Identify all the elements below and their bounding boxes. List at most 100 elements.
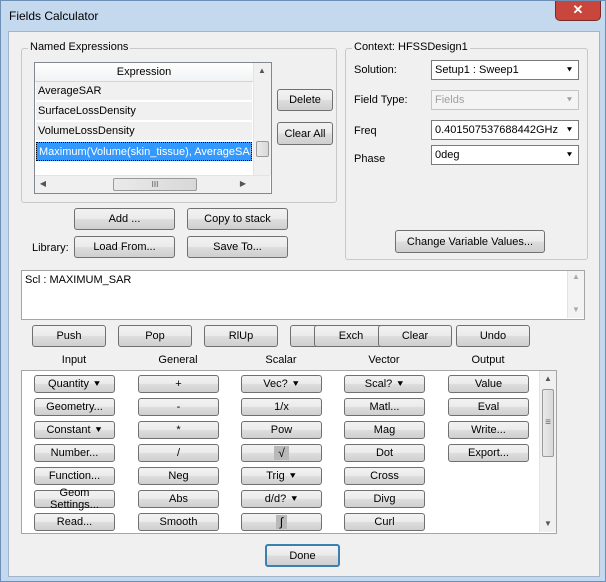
scroll-up-icon[interactable]: ▲ <box>254 63 270 79</box>
context-group-label: Context: HFSSDesign1 <box>352 41 470 53</box>
context-group: Context: HFSSDesign1 Solution: Setup1 : … <box>345 41 588 260</box>
function-button[interactable]: Function... <box>34 467 115 485</box>
close-icon: ✕ <box>572 2 584 17</box>
trig-button[interactable]: Trig ⯆ <box>241 467 322 485</box>
stack-display[interactable]: Scl : MAXIMUM_SAR ▲ ▼ <box>21 270 585 320</box>
derivative-label: d/d? <box>264 493 287 505</box>
write-button[interactable]: Write... <box>448 421 529 439</box>
freq-label: Freq <box>354 125 377 137</box>
list-horizontal-scrollbar[interactable]: ◀ III ▶ <box>35 175 270 193</box>
curl-button[interactable]: Curl <box>344 513 425 531</box>
vec-button[interactable]: Vec? ⯆ <box>241 375 322 393</box>
save-to-button[interactable]: Save To... <box>187 236 288 258</box>
constant-label: Constant <box>46 424 91 436</box>
solution-dropdown[interactable]: Setup1 : Sweep1 ⯆ <box>431 60 579 80</box>
general-column-header: General <box>158 354 198 366</box>
geom-settings-button[interactable]: Geom Settings... <box>34 487 115 511</box>
exchange-button[interactable]: Exch <box>314 325 388 347</box>
constant-button[interactable]: Constant ⯆ <box>34 421 115 439</box>
dropdown-arrow-icon: ⯆ <box>94 424 103 436</box>
dot-button[interactable]: Dot <box>344 444 425 462</box>
list-vertical-scrollbar[interactable]: ▲ <box>253 63 271 175</box>
derivative-button[interactable]: d/d? ⯆ <box>241 490 322 508</box>
smooth-button[interactable]: Smooth <box>138 513 219 531</box>
expression-column-header[interactable]: Expression <box>35 63 253 82</box>
stack-vertical-scrollbar[interactable]: ▲ ▼ <box>567 271 584 318</box>
geometry-button[interactable]: Geometry... <box>34 398 115 416</box>
quantity-button[interactable]: Quantity ⯆ <box>34 375 115 393</box>
number-button[interactable]: Number... <box>34 444 115 462</box>
done-button[interactable]: Done <box>265 544 340 567</box>
integral-icon: ∫ <box>275 515 288 529</box>
stack-top-text: Scl : MAXIMUM_SAR <box>25 274 132 286</box>
expression-row-surfacelossdensity[interactable]: SurfaceLossDensity <box>36 102 252 121</box>
eval-button[interactable]: Eval <box>448 398 529 416</box>
expression-row-maximum-sar[interactable]: Maximum(Volume(skin_tissue), AverageSAR) <box>36 142 252 161</box>
negate-button[interactable]: Neg <box>138 467 219 485</box>
change-variable-values-button[interactable]: Change Variable Values... <box>395 230 545 253</box>
dropdown-arrow-icon: ⯆ <box>291 378 300 390</box>
panel-vscroll-thumb[interactable]: ≡ <box>542 389 554 457</box>
scroll-up-icon[interactable]: ▲ <box>540 371 556 387</box>
clear-all-button[interactable]: Clear All <box>277 122 333 145</box>
chevron-down-icon[interactable]: ⯆ <box>562 62 577 78</box>
scroll-up-icon[interactable]: ▲ <box>568 269 584 285</box>
export-button[interactable]: Export... <box>448 444 529 462</box>
undo-button[interactable]: Undo <box>456 325 530 347</box>
integral-button[interactable]: ∫ <box>241 513 322 531</box>
expression-row-averagesar[interactable]: AverageSAR <box>36 82 252 101</box>
output-column-header: Output <box>471 354 505 366</box>
divide-button[interactable]: / <box>138 444 219 462</box>
delete-button[interactable]: Delete <box>277 89 333 111</box>
list-vscroll-thumb[interactable] <box>256 141 269 157</box>
magnitude-button[interactable]: Mag <box>344 421 425 439</box>
sqrt-button[interactable]: √ <box>241 444 322 462</box>
scal-button[interactable]: Scal? ⯆ <box>344 375 425 393</box>
field-type-value: Fields <box>435 94 465 106</box>
abs-button[interactable]: Abs <box>138 490 219 508</box>
scroll-down-icon[interactable]: ▼ <box>568 302 584 318</box>
copy-to-stack-button[interactable]: Copy to stack <box>187 208 288 230</box>
divergence-button[interactable]: Divg <box>344 490 425 508</box>
panel-vertical-scrollbar[interactable]: ▲ ≡ ▼ <box>539 371 556 532</box>
load-from-button[interactable]: Load From... <box>74 236 175 258</box>
minus-button[interactable]: - <box>138 398 219 416</box>
read-button[interactable]: Read... <box>34 513 115 531</box>
push-button[interactable]: Push <box>32 325 106 347</box>
material-button[interactable]: Matl... <box>344 398 425 416</box>
expression-row-volumelossdensity[interactable]: VolumeLossDensity <box>36 122 252 141</box>
dropdown-arrow-icon: ⯆ <box>396 378 405 390</box>
fields-calculator-window: Fields Calculator ✕ Named Expressions Ex… <box>0 0 606 582</box>
title-bar[interactable]: Fields Calculator ✕ <box>1 1 605 31</box>
named-expressions-list[interactable]: Expression AverageSAR SurfaceLossDensity… <box>34 62 272 194</box>
pop-button[interactable]: Pop <box>118 325 192 347</box>
pow-button[interactable]: Pow <box>241 421 322 439</box>
window-close-button[interactable]: ✕ <box>555 1 601 21</box>
vec-label: Vec? <box>263 378 288 390</box>
plus-button[interactable]: + <box>138 375 219 393</box>
scroll-left-icon[interactable]: ◀ <box>35 176 51 192</box>
chevron-down-icon[interactable]: ⯆ <box>562 147 577 163</box>
chevron-down-icon: ⯆ <box>565 95 574 105</box>
scal-label: Scal? <box>364 378 393 390</box>
named-expressions-group-label: Named Expressions <box>28 41 131 53</box>
phase-dropdown[interactable]: 0deg ⯆ <box>431 145 579 165</box>
vector-column-header: Vector <box>368 354 400 366</box>
list-hscroll-thumb[interactable]: III <box>113 178 197 191</box>
chevron-down-icon[interactable]: ⯆ <box>562 122 577 138</box>
freq-dropdown[interactable]: 0.401507537688442GHz ⯆ <box>431 120 579 140</box>
scroll-down-icon[interactable]: ▼ <box>540 516 556 532</box>
multiply-button[interactable]: * <box>138 421 219 439</box>
field-type-dropdown: Fields ⯆ <box>431 90 579 110</box>
phase-label: Phase <box>354 153 386 165</box>
scroll-right-icon[interactable]: ▶ <box>235 176 251 192</box>
dropdown-arrow-icon: ⯆ <box>288 470 297 482</box>
value-button[interactable]: Value <box>448 375 529 393</box>
clear-stack-button[interactable]: Clear <box>378 325 452 347</box>
named-expressions-group: Named Expressions Expression AverageSAR … <box>21 41 337 203</box>
dialog-client-area: Named Expressions Expression AverageSAR … <box>8 31 600 577</box>
add-expression-button[interactable]: Add ... <box>74 208 175 230</box>
rollup-button[interactable]: RlUp <box>204 325 278 347</box>
cross-button[interactable]: Cross <box>344 467 425 485</box>
reciprocal-button[interactable]: 1/x <box>241 398 322 416</box>
